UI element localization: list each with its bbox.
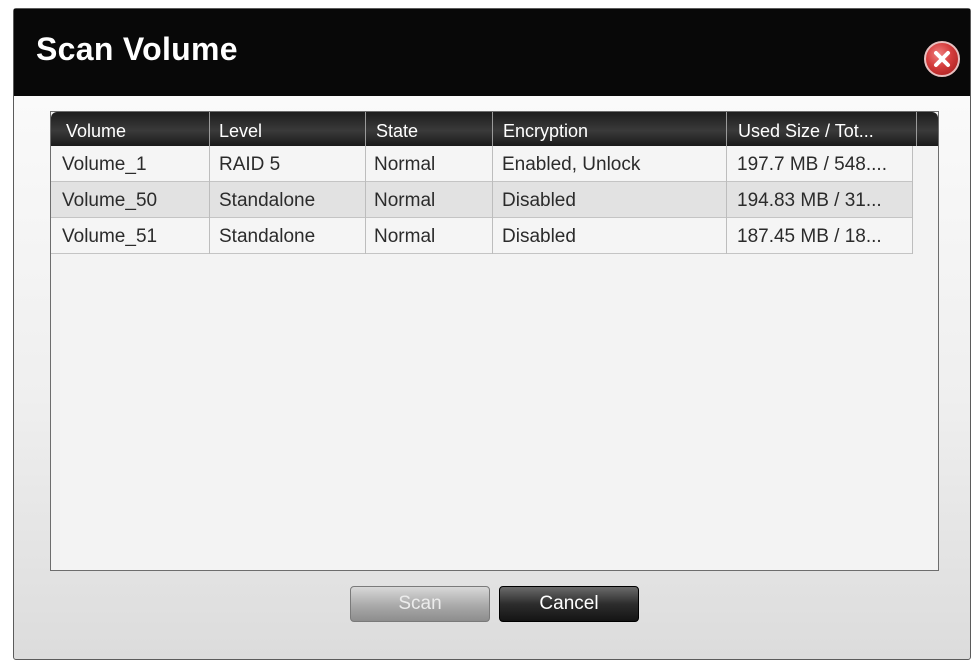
scan-volume-dialog: Scan Volume Volume Level State Encryptio… <box>13 8 971 660</box>
cell-level: Standalone <box>219 226 316 247</box>
close-x-glyph <box>934 51 950 67</box>
volume-grid: Volume Level State Encryption Used Size … <box>50 111 939 571</box>
column-header-encryption[interactable]: Encryption <box>503 121 723 142</box>
close-icon[interactable] <box>924 41 960 77</box>
column-divider[interactable] <box>726 112 727 146</box>
scan-button[interactable]: Scan <box>350 586 490 622</box>
dialog-titlebar: Scan Volume <box>14 9 970 96</box>
column-divider[interactable] <box>209 112 210 146</box>
cell-volume: Volume_51 <box>62 226 158 247</box>
column-line <box>912 146 913 254</box>
column-line <box>726 146 727 254</box>
column-header-level[interactable]: Level <box>219 121 359 142</box>
column-divider[interactable] <box>365 112 366 146</box>
table-row[interactable]: Volume_50 Standalone Normal Disabled 194… <box>51 182 912 218</box>
cell-level: RAID 5 <box>219 154 281 175</box>
grid-header: Volume Level State Encryption Used Size … <box>51 112 938 146</box>
cancel-button[interactable]: Cancel <box>499 586 639 622</box>
cell-level: Standalone <box>219 190 316 211</box>
cell-volume: Volume_50 <box>62 190 158 211</box>
column-divider <box>916 112 917 146</box>
column-line <box>492 146 493 254</box>
column-line <box>365 146 366 254</box>
cell-used-size: 194.83 MB / 31... <box>737 190 882 211</box>
cell-state: Normal <box>374 190 436 211</box>
column-header-state[interactable]: State <box>376 121 486 142</box>
table-row[interactable]: Volume_51 Standalone Normal Disabled 187… <box>51 218 912 254</box>
cell-used-size: 187.45 MB / 18... <box>737 226 882 247</box>
dialog-title: Scan Volume <box>36 31 238 67</box>
column-header-volume[interactable]: Volume <box>66 121 206 142</box>
column-line <box>209 146 210 254</box>
column-header-used-size[interactable]: Used Size / Tot... <box>738 121 908 142</box>
cell-encryption: Disabled <box>502 226 576 247</box>
cell-encryption: Enabled, Unlock <box>502 154 641 175</box>
cell-state: Normal <box>374 154 436 175</box>
cell-volume: Volume_1 <box>62 154 147 175</box>
cell-encryption: Disabled <box>502 190 576 211</box>
table-row[interactable]: Volume_1 RAID 5 Normal Enabled, Unlock 1… <box>51 146 912 182</box>
cell-used-size: 197.7 MB / 548.... <box>737 154 887 175</box>
cell-state: Normal <box>374 226 436 247</box>
column-divider[interactable] <box>492 112 493 146</box>
